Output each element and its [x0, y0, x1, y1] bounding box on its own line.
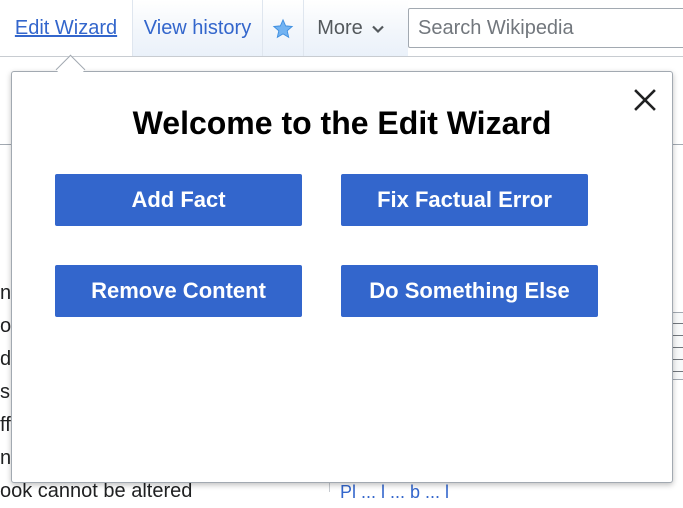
- tab-edit-wizard-label: Edit Wizard: [14, 17, 118, 39]
- search-input[interactable]: [408, 8, 683, 48]
- star-icon: [272, 18, 294, 38]
- tab-view-history[interactable]: View history: [133, 0, 263, 57]
- tab-edit-wizard[interactable]: Edit Wizard: [0, 0, 133, 57]
- tabs-divider: [0, 56, 683, 57]
- article-text-fragment: ff: [0, 414, 11, 436]
- more-menu-button[interactable]: More: [304, 0, 398, 57]
- tab-view-history-label: View history: [143, 17, 252, 39]
- page-tabs: Edit Wizard View history More: [0, 0, 683, 57]
- fix-factual-error-button[interactable]: Fix Factual Error: [341, 174, 588, 226]
- article-text-fragment: s: [0, 381, 10, 403]
- article-link-fragment[interactable]: Pl ... l ... b ... l: [340, 482, 449, 503]
- article-text-fragment: d: [0, 348, 12, 370]
- more-menu-label: More: [317, 17, 363, 39]
- remove-content-button[interactable]: Remove Content: [55, 265, 302, 317]
- close-icon: [634, 89, 656, 111]
- chevron-down-icon: [372, 25, 384, 33]
- add-fact-button[interactable]: Add Fact: [55, 174, 302, 226]
- do-something-else-button[interactable]: Do Something Else: [341, 265, 598, 317]
- article-text-fragment: n: [0, 282, 12, 304]
- close-button[interactable]: [632, 87, 658, 113]
- watch-star-button[interactable]: [263, 0, 304, 57]
- dialog-title: Welcome to the Edit Wizard: [132, 105, 552, 141]
- edit-wizard-dialog: Welcome to the Edit Wizard Add Fact Fix …: [11, 71, 673, 483]
